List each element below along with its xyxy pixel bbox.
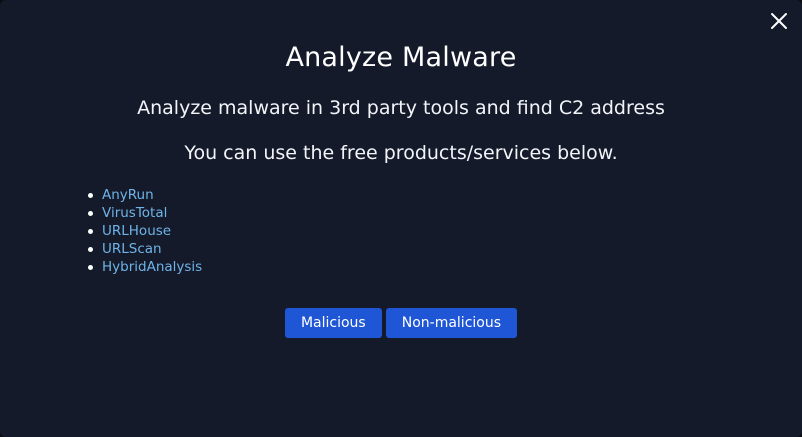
list-item: HybridAnalysis — [86, 258, 202, 276]
list-item: URLHouse — [86, 222, 202, 240]
virustotal-link[interactable]: VirusTotal — [102, 205, 167, 221]
analyze-malware-modal: Analyze Malware Analyze malware in 3rd p… — [0, 0, 802, 437]
modal-title: Analyze Malware — [285, 42, 517, 73]
hybridanalysis-link[interactable]: HybridAnalysis — [102, 259, 202, 275]
urlscan-link[interactable]: URLScan — [102, 241, 162, 257]
urlhouse-link[interactable]: URLHouse — [102, 223, 171, 239]
non-malicious-button[interactable]: Non-malicious — [385, 308, 518, 338]
close-icon — [771, 13, 787, 29]
list-item: VirusTotal — [86, 204, 202, 222]
list-item: AnyRun — [86, 186, 202, 204]
action-buttons: Malicious Non-malicious — [0, 308, 802, 338]
modal-hint: You can use the free products/services b… — [184, 142, 618, 164]
modal-subtitle: Analyze malware in 3rd party tools and f… — [137, 97, 665, 119]
malicious-button[interactable]: Malicious — [284, 308, 382, 338]
close-button[interactable] — [768, 10, 790, 32]
list-item: URLScan — [86, 240, 202, 258]
anyrun-link[interactable]: AnyRun — [102, 187, 154, 203]
page: Analyze Malware Analyze malware in 3rd p… — [0, 0, 802, 437]
tools-link-list: AnyRun VirusTotal URLHouse URLScan Hybri… — [86, 186, 202, 276]
